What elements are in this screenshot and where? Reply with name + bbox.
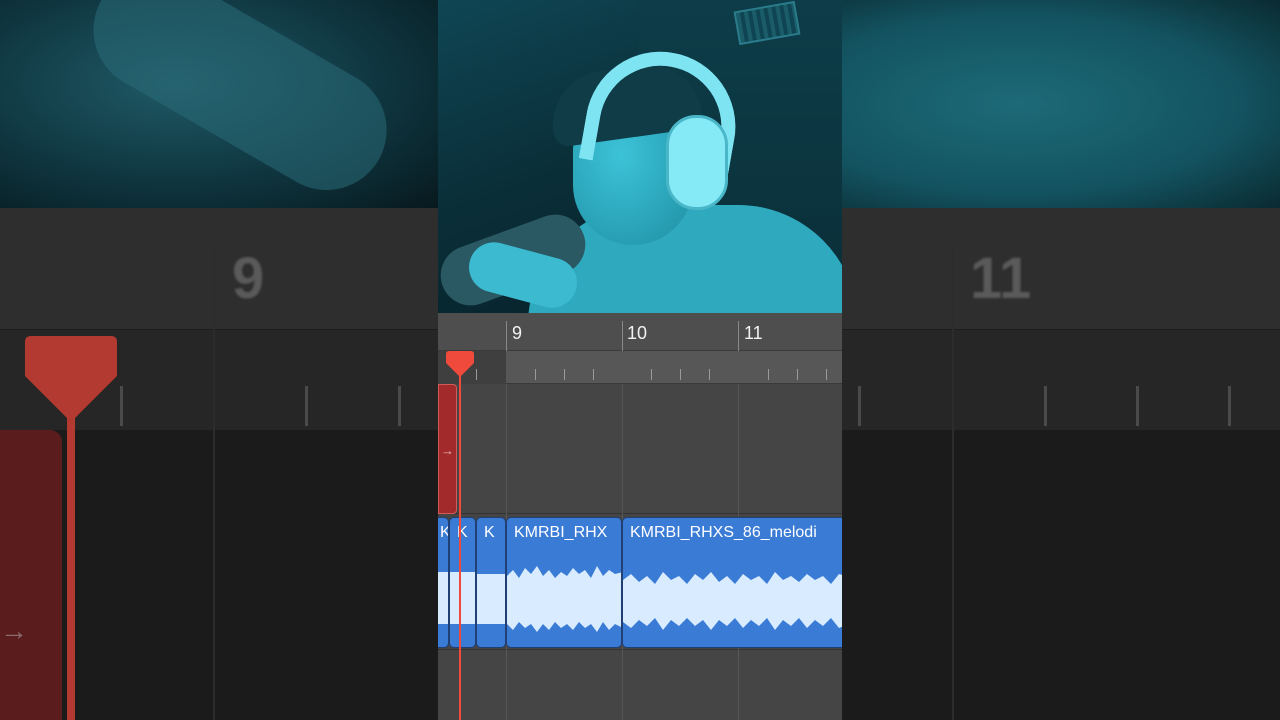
webcam-view — [438, 0, 842, 313]
blurred-background-left: 9 → — [0, 0, 438, 720]
blurred-ruler — [0, 208, 438, 330]
audio-region[interactable]: K — [438, 517, 449, 648]
waveform — [507, 566, 621, 632]
blurred-tick — [1228, 386, 1231, 426]
audio-region[interactable]: K — [476, 517, 506, 648]
waveform — [438, 572, 448, 624]
beat-tick — [651, 369, 652, 380]
beat-tick — [768, 369, 769, 380]
blurred-tick — [1044, 386, 1047, 426]
blurred-gridline — [952, 245, 954, 720]
region-name: K — [440, 524, 448, 542]
daw-timeline[interactable]: 9 10 11 → K K KMRBI_RHX KMRBI_RHXS_86_me… — [438, 313, 842, 720]
blurred-gridline — [213, 245, 215, 720]
beat-tick — [564, 369, 565, 380]
blurred-tick — [1136, 386, 1139, 426]
headphones-cup — [666, 115, 728, 210]
blurred-arrow-icon: → — [0, 615, 28, 646]
waveform — [477, 574, 505, 624]
bar-label-10: 10 — [627, 323, 648, 343]
beat-tick — [797, 369, 798, 380]
waveform — [450, 572, 475, 624]
center-panel: 9 10 11 → K K KMRBI_RHX KMRBI_RHXS_86_me… — [438, 0, 842, 720]
track-lane-empty[interactable] — [438, 650, 842, 720]
beat-tick — [680, 369, 681, 380]
beat-tick — [593, 369, 594, 380]
blurred-tracks — [0, 430, 438, 720]
bar-label-9: 9 — [512, 323, 523, 343]
blurred-tick — [305, 386, 308, 426]
blurred-subruler — [842, 330, 1280, 430]
midi-region[interactable]: → — [438, 384, 457, 514]
blurred-bar-number-right: 11 — [970, 246, 1032, 311]
blurred-tick — [398, 386, 401, 426]
video-frame: 9 → 11 9 10 11 → K K KMRBI_RHX KMRBI_RHX… — [0, 0, 1280, 720]
blurred-playhead-icon — [25, 336, 117, 422]
beat-ruler[interactable] — [438, 351, 842, 384]
blurred-tick — [858, 386, 861, 426]
playhead-line[interactable] — [459, 351, 461, 720]
playhead-marker-icon[interactable] — [446, 351, 474, 377]
track-lane-midi[interactable] — [438, 384, 842, 514]
region-name: KMRBI_RHXS_86_melodi — [630, 524, 817, 541]
audio-region[interactable]: KMRBI_RHXS_86_melodi — [622, 517, 842, 648]
beat-tick — [826, 369, 827, 380]
beat-tick — [476, 369, 477, 380]
audio-region[interactable]: K — [449, 517, 476, 648]
audio-region[interactable]: KMRBI_RHX — [506, 517, 622, 648]
blurred-bar-number-left: 9 — [232, 246, 265, 311]
arrow-right-icon: → — [441, 443, 454, 458]
blurred-tick — [120, 386, 123, 426]
bar-line — [738, 321, 739, 351]
bar-line — [506, 321, 507, 351]
blurred-background-right: 11 — [842, 0, 1280, 720]
bar-label-11: 11 — [744, 323, 763, 343]
region-name: KMRBI_RHX — [514, 524, 608, 541]
bar-line — [622, 321, 623, 351]
waveform — [623, 572, 842, 630]
blurred-playhead-line — [67, 380, 75, 720]
blurred-midi-region — [0, 430, 62, 720]
bar-ruler[interactable]: 9 10 11 — [438, 313, 842, 351]
blurred-tracks — [842, 430, 1280, 720]
region-name: K — [484, 524, 495, 541]
beat-tick — [709, 369, 710, 380]
blurred-ruler — [842, 208, 1280, 330]
blurred-camera-right — [842, 0, 1280, 208]
beat-tick — [535, 369, 536, 380]
